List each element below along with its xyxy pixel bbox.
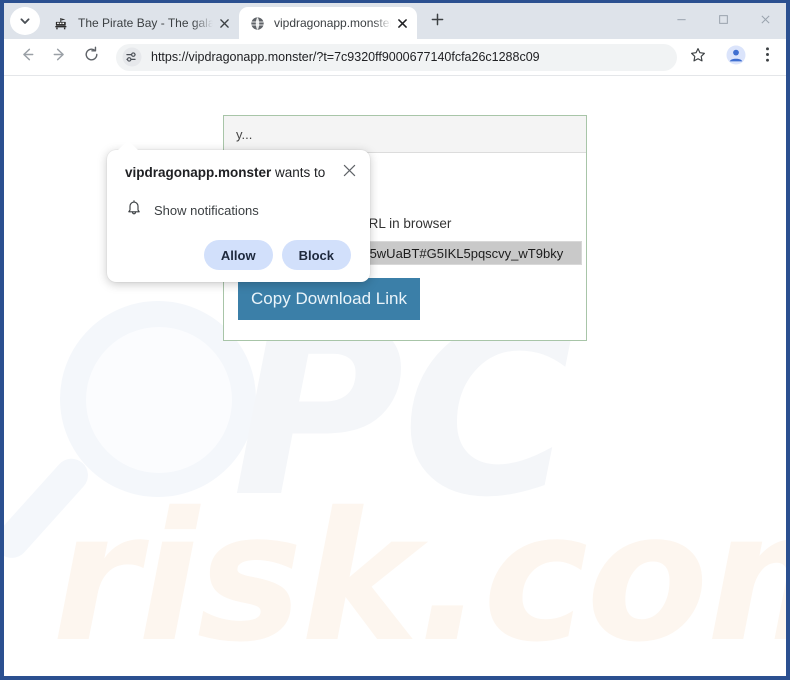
tab-pirate-bay[interactable]: The Pirate Bay - The galaxy's m [43,7,239,39]
browser-window: The Pirate Bay - The galaxy's m vipdrago… [0,0,790,680]
tab-vipdragonapp[interactable]: vipdragonapp.monster/?t=7c9… [239,7,417,39]
back-button[interactable] [12,42,42,72]
window-minimize-button[interactable] [660,3,702,36]
tab-strip: The Pirate Bay - The galaxy's m vipdrago… [4,3,786,39]
tab-title: vipdragonapp.monster/?t=7c9… [274,16,391,30]
permission-actions: Allow Block [107,221,370,270]
magnifier-handle-icon [4,451,95,565]
offer-card-header-text: y... [236,126,253,142]
address-bar[interactable]: https://vipdragonapp.monster/?t=7c9320ff… [116,43,677,71]
watermark-brand-bottom: risk.com [52,474,786,676]
reload-icon [83,46,100,68]
permission-title: vipdragonapp.monster wants to [125,164,338,182]
three-dots-vertical-icon [765,46,770,68]
profile-avatar-button[interactable] [722,43,750,71]
arrow-right-icon [51,46,68,68]
address-bar-url[interactable]: https://vipdragonapp.monster/?t=7c9320ff… [151,50,673,64]
close-icon [343,164,356,182]
plus-icon [431,13,444,31]
page-viewport: PC risk.com y... : 2025 Copy and paste t… [4,77,786,676]
block-notifications-button[interactable]: Block [281,240,351,270]
browser-menu-button[interactable] [756,43,778,71]
window-controls [660,3,786,36]
permission-title-row: vipdragonapp.monster wants to [107,164,370,184]
permission-origin: vipdragonapp.monster [125,165,272,180]
browser-toolbar: https://vipdragonapp.monster/?t=7c9320ff… [4,39,786,76]
globe-icon [249,15,266,32]
forward-button[interactable] [44,42,74,72]
offer-card-header: y... [224,116,586,153]
copy-download-link-button[interactable]: Copy Download Link [238,278,420,321]
person-avatar-icon [726,45,746,70]
tab-search-button[interactable] [10,7,40,35]
tune-sliders-icon[interactable] [121,46,143,68]
permission-request-row: Show notifications [107,184,370,221]
chevron-down-icon [19,15,31,27]
permission-title-suffix: wants to [271,165,326,180]
arrow-left-icon [19,46,36,68]
window-maximize-button[interactable] [702,3,744,36]
bell-icon [126,199,142,221]
allow-notifications-button[interactable]: Allow [203,240,273,270]
pirate-ship-icon [53,15,70,32]
bookmark-star-button[interactable] [684,43,712,71]
notification-permission-dialog: vipdragonapp.monster wants to Show notif… [107,150,370,282]
new-tab-button[interactable] [423,8,451,36]
tab-close-button[interactable] [215,14,233,32]
star-outline-icon [690,47,706,68]
tab-close-button[interactable] [393,14,411,32]
window-close-button[interactable] [744,3,786,36]
magnifier-lens-icon [86,327,232,473]
permission-close-button[interactable] [338,162,360,184]
tab-title: The Pirate Bay - The galaxy's m [78,16,213,30]
permission-request-label: Show notifications [154,202,259,218]
reload-button[interactable] [76,42,106,72]
